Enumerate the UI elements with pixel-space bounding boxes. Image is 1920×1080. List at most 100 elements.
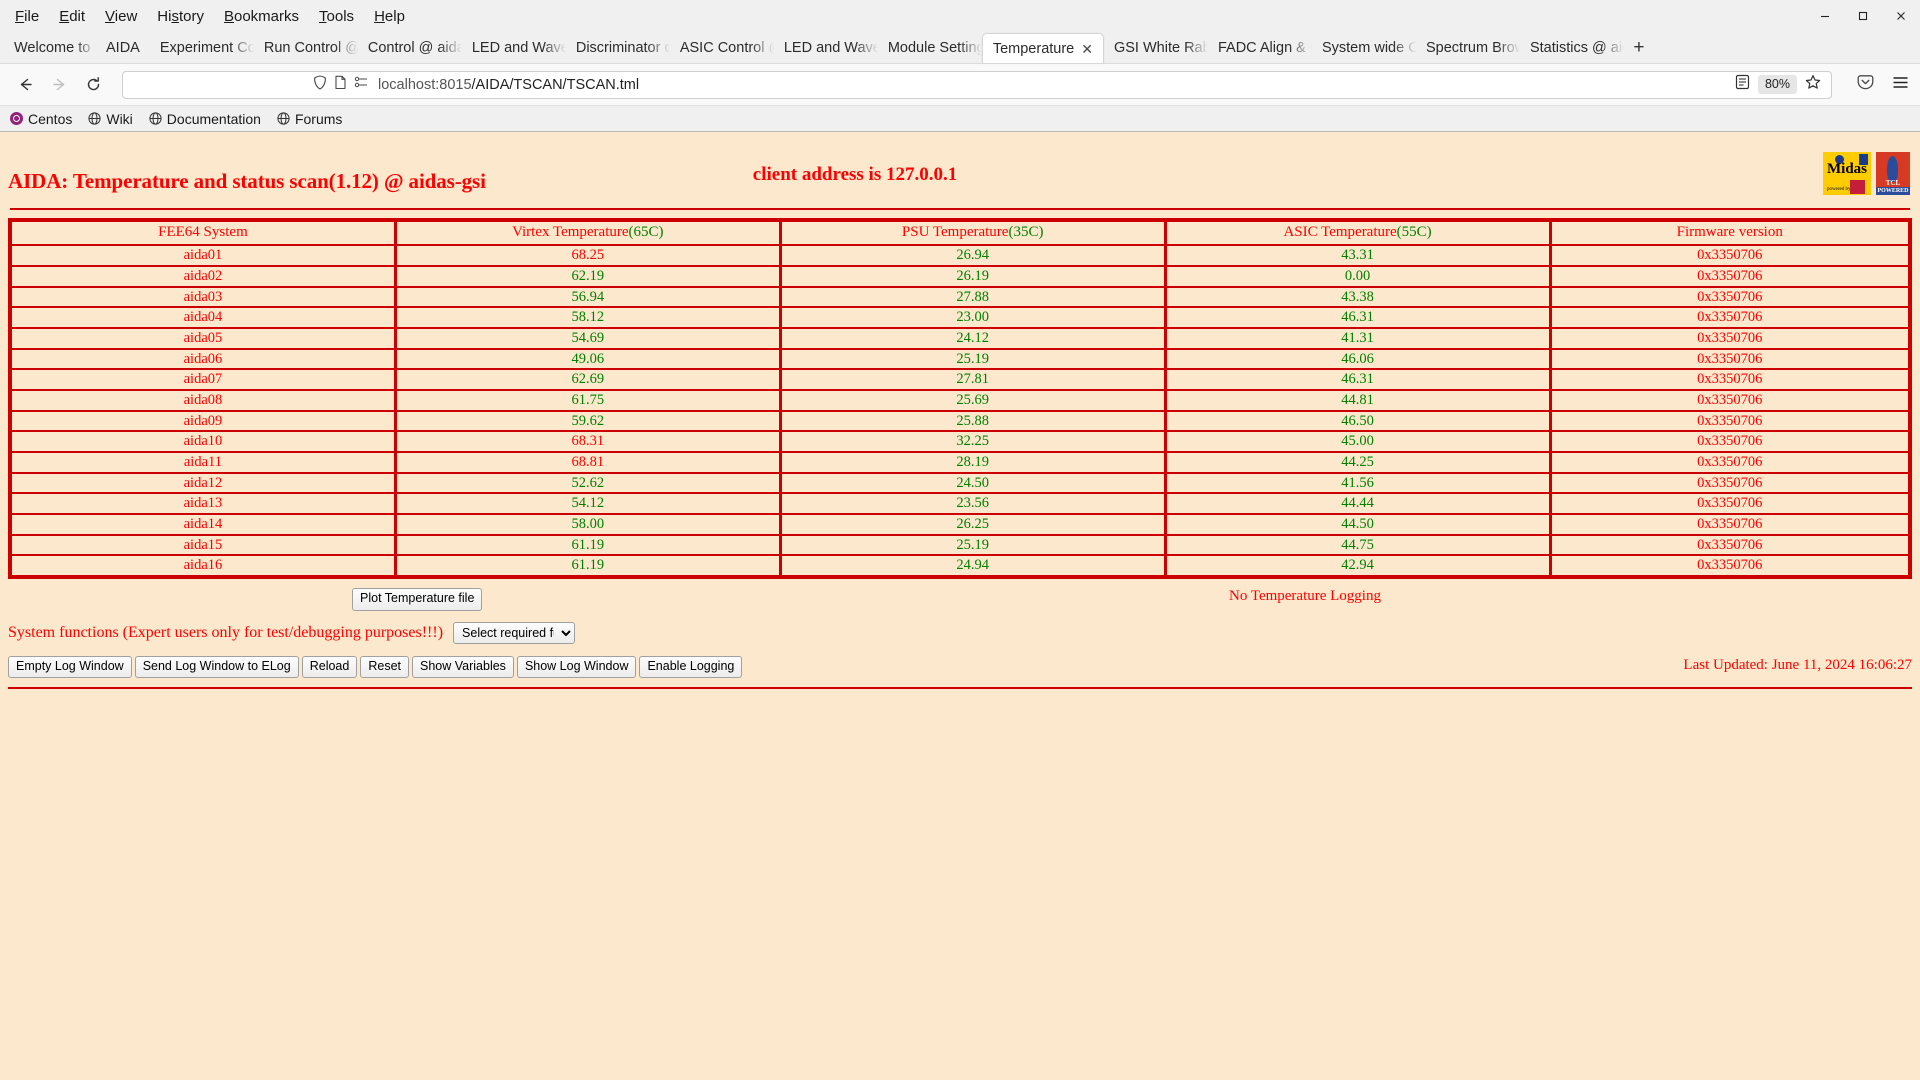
show-variables-button[interactable]: Show Variables <box>412 655 514 679</box>
back-icon[interactable] <box>10 70 40 100</box>
toolbar-actions <box>1844 73 1910 97</box>
menu-file[interactable]: File <box>6 6 48 27</box>
cell-asic-temperature: 44.75 <box>1166 535 1552 557</box>
cell-firmware-version: 0x3350706 <box>1551 412 1908 433</box>
table-head: FEE64 System Virtex Temperature(65C) PSU… <box>12 222 1908 247</box>
system-functions-select[interactable]: Select required function <box>453 621 576 644</box>
logo-group: Midas powered by TCL POWERED <box>1823 152 1910 195</box>
menu-bookmarks[interactable]: Bookmarks <box>215 6 308 27</box>
reset-button[interactable]: Reset <box>360 655 409 679</box>
system-functions-row: System functions (Expert users only for … <box>8 611 1912 644</box>
tab-run-control[interactable]: Run Control @ aidas <box>254 33 358 63</box>
minimize-icon[interactable] <box>1806 0 1844 32</box>
cell-asic-temperature: 44.44 <box>1166 494 1552 515</box>
hamburger-menu-icon[interactable] <box>1891 73 1910 97</box>
tab-temperature[interactable]: Temperature ✕ <box>981 33 1104 63</box>
table-row: aida08 61.75 25.69 44.81 0x3350706 <box>12 390 1908 412</box>
temperature-table: FEE64 System Virtex Temperature(65C) PSU… <box>8 218 1912 579</box>
bookmark-star-icon[interactable] <box>1805 74 1821 95</box>
globe-icon <box>149 112 162 125</box>
bookmark-label: Forums <box>294 110 343 127</box>
url-text[interactable]: localhost:8015/AIDA/TSCAN/TSCAN.tml <box>378 77 1735 93</box>
menu-view[interactable]: View <box>96 6 146 27</box>
tab-statistics[interactable]: Statistics @ aidas <box>1520 33 1624 63</box>
enable-logging-button[interactable]: Enable Logging <box>639 655 743 679</box>
maximize-icon[interactable] <box>1844 0 1882 32</box>
reload-button[interactable]: Reload <box>301 655 358 679</box>
new-tab-button[interactable]: + <box>1624 33 1654 63</box>
cell-psu-temperature: 24.94 <box>782 556 1167 575</box>
tab-label: Statistics @ aidas <box>1529 40 1624 56</box>
reload-icon[interactable] <box>78 70 108 100</box>
shield-icon[interactable] <box>313 74 327 95</box>
cell-virtex-temperature: 68.81 <box>396 452 782 474</box>
zoom-level-badge[interactable]: 80% <box>1757 75 1797 94</box>
cell-virtex-temperature: 62.69 <box>396 370 782 391</box>
reader-view-icon[interactable] <box>1735 74 1750 95</box>
tcl-powered-logo-icon: TCL POWERED <box>1876 152 1910 195</box>
cell-fee64-system: aida13 <box>12 494 397 515</box>
show-log-window-button[interactable]: Show Log Window <box>516 655 637 679</box>
tcl-logo-text: TCL <box>1885 179 1901 187</box>
tab-welcome-to-centos[interactable]: Welcome to Centos <box>4 33 96 63</box>
cell-firmware-version: 0x3350706 <box>1551 474 1908 495</box>
table-row: aida12 52.62 24.50 41.56 0x3350706 <box>12 473 1908 495</box>
centos-icon <box>10 112 23 125</box>
address-bar-actions: 80% <box>1735 74 1823 95</box>
cell-fee64-system: aida07 <box>12 370 397 391</box>
menu-history[interactable]: History <box>148 6 213 27</box>
tab-module-settings[interactable]: Module Settings <box>878 33 982 63</box>
forward-icon[interactable] <box>44 70 74 100</box>
tracking-protection-icon[interactable] <box>354 75 369 94</box>
tab-system-wide-controls[interactable]: System wide Controls <box>1312 33 1416 63</box>
bookmark-documentation[interactable]: Documentation <box>149 111 261 127</box>
save-to-pocket-icon[interactable] <box>1856 73 1875 97</box>
tab-gsi-white-rabbit[interactable]: GSI White Rabbit <box>1104 33 1208 63</box>
cell-fee64-system: aida04 <box>12 308 397 329</box>
cell-asic-temperature: 41.31 <box>1166 328 1552 350</box>
tab-spectrum-browser[interactable]: Spectrum Browser <box>1416 33 1520 63</box>
menu-tools[interactable]: Tools <box>310 6 363 27</box>
tab-aida[interactable]: AIDA <box>96 33 150 63</box>
address-bar[interactable]: localhost:8015/AIDA/TSCAN/TSCAN.tml 80% <box>122 70 1832 99</box>
plot-temperature-file-button[interactable]: Plot Temperature file <box>352 588 483 611</box>
cell-fee64-system: aida11 <box>12 452 397 474</box>
cell-fee64-system: aida03 <box>12 287 397 309</box>
cell-psu-temperature: 23.56 <box>781 494 1167 515</box>
cell-fee64-system: aida06 <box>12 349 397 371</box>
cell-asic-temperature: 46.31 <box>1166 308 1552 329</box>
table-row: aida16 61.19 24.94 42.94 0x3350706 <box>12 556 1908 575</box>
tab-led-and-waveform-1[interactable]: LED and Waveform <box>462 33 566 63</box>
tab-experiment-control[interactable]: Experiment Control <box>150 33 254 63</box>
cell-fee64-system: aida09 <box>12 411 397 433</box>
footer-divider <box>8 687 1912 689</box>
table-header-row: FEE64 System Virtex Temperature(65C) PSU… <box>12 222 1908 247</box>
send-log-window-to-elog-button[interactable]: Send Log Window to ELog <box>134 655 299 679</box>
globe-icon <box>88 112 101 125</box>
menu-help[interactable]: Help <box>365 6 414 27</box>
table-row: aida14 58.00 26.25 44.50 0x3350706 <box>12 514 1908 536</box>
cell-psu-temperature: 27.81 <box>781 370 1167 391</box>
close-icon[interactable] <box>1882 0 1920 32</box>
bookmark-forums[interactable]: Forums <box>277 111 342 127</box>
tab-control-aidas[interactable]: Control @ aidas <box>358 33 462 63</box>
cell-asic-temperature: 46.31 <box>1166 370 1552 391</box>
page-title: AIDA: Temperature and status scan(1.12) … <box>8 168 486 193</box>
column-header-asic-temperature: ASIC Temperature(55C) <box>1166 222 1552 247</box>
table-row: aida13 54.12 23.56 44.44 0x3350706 <box>12 494 1908 515</box>
tcl-logo-sub: POWERED <box>1876 187 1910 195</box>
bookmark-centos[interactable]: Centos <box>10 111 72 127</box>
cell-firmware-version: 0x3350706 <box>1551 329 1908 350</box>
tab-close-icon[interactable]: ✕ <box>1081 42 1093 56</box>
page-info-icon[interactable] <box>334 75 347 95</box>
tab-fadc-align-check[interactable]: FADC Align & Check <box>1208 33 1312 63</box>
header-divider <box>10 208 1910 210</box>
cell-firmware-version: 0x3350706 <box>1551 432 1908 453</box>
tab-discriminator-config[interactable]: Discriminator config <box>566 33 670 63</box>
bookmarks-toolbar: Centos Wiki Documentation Forums <box>0 106 1920 132</box>
tab-asic-control[interactable]: ASIC Control @ aidas <box>670 33 774 63</box>
menu-edit[interactable]: Edit <box>50 6 94 27</box>
bookmark-wiki[interactable]: Wiki <box>88 111 133 127</box>
empty-log-window-button[interactable]: Empty Log Window <box>8 655 132 679</box>
tab-led-and-waveform-2[interactable]: LED and Waveform <box>774 33 878 63</box>
